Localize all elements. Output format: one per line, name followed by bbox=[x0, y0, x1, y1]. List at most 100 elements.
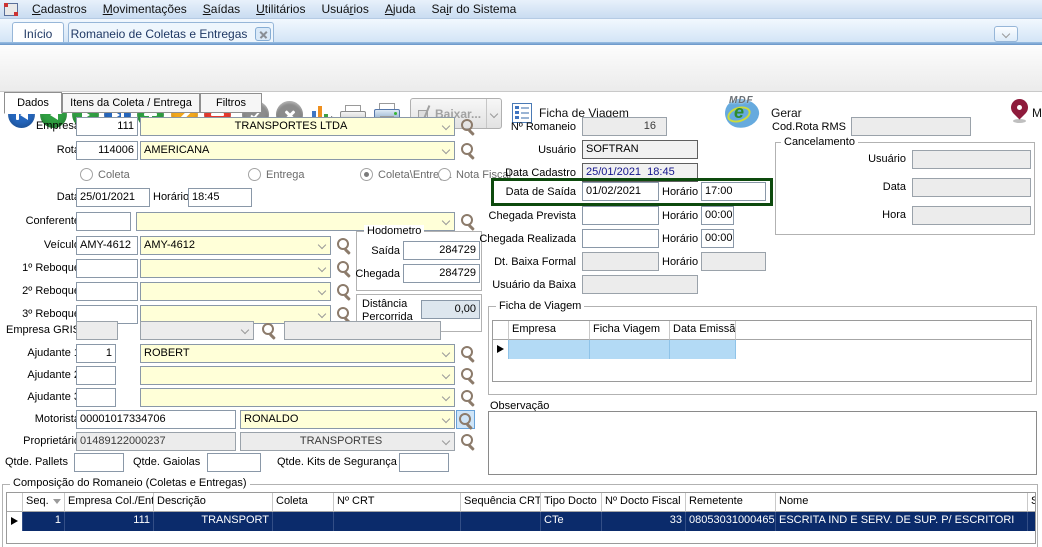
reboque1-label: 1º Reboque bbox=[2, 262, 80, 274]
chegada-realizada-horario-field[interactable]: 00:00 bbox=[701, 229, 734, 248]
col-seq[interactable]: Seq. bbox=[23, 493, 65, 512]
reboque2-label: 2º Reboque bbox=[2, 285, 80, 297]
observacao-textarea[interactable] bbox=[488, 411, 1037, 475]
grid-icon bbox=[512, 103, 532, 123]
chevron-down-icon[interactable] bbox=[318, 241, 326, 249]
rota-name-combo[interactable]: AMERICANA bbox=[140, 141, 455, 160]
reboque3-search-icon[interactable] bbox=[337, 307, 352, 322]
menu-item-saidas[interactable]: Saídas bbox=[195, 1, 248, 17]
col-data-emissao[interactable]: Data Emissão bbox=[670, 321, 736, 340]
chevron-down-icon[interactable] bbox=[442, 371, 450, 379]
qtde-kits-field[interactable] bbox=[399, 453, 449, 472]
chegada-realizada-field[interactable] bbox=[582, 229, 659, 248]
col-remetente[interactable]: Remetente bbox=[686, 493, 776, 512]
chevron-down-icon[interactable] bbox=[442, 146, 450, 154]
motorista-combo[interactable]: RONALDO bbox=[240, 410, 455, 429]
col-coleta[interactable]: Coleta bbox=[273, 493, 334, 512]
cell-descricao: TRANSPORT bbox=[154, 512, 273, 531]
ajudante2-search-icon[interactable] bbox=[461, 368, 476, 383]
map-pin-icon[interactable] bbox=[1007, 95, 1031, 119]
col-ficha-viagem[interactable]: Ficha Viagem bbox=[590, 321, 670, 340]
composicao-selected-row[interactable]: 1 111 TRANSPORT CTe 33 08053031000465 ES… bbox=[7, 512, 1035, 531]
composicao-title: Composição do Romaneio (Coletas e Entreg… bbox=[10, 477, 250, 489]
horario-label: Horário bbox=[153, 191, 189, 203]
reboque2-combo[interactable] bbox=[140, 282, 331, 301]
tab-filtros[interactable]: Filtros bbox=[200, 93, 262, 113]
col-empresa[interactable]: Empresa bbox=[509, 321, 590, 340]
motorista-search-button[interactable] bbox=[456, 410, 475, 429]
chevron-down-icon[interactable] bbox=[442, 349, 450, 357]
chevron-down-icon[interactable] bbox=[442, 415, 450, 423]
chevron-down-icon[interactable] bbox=[442, 122, 450, 130]
tab-dados[interactable]: Dados bbox=[4, 92, 62, 114]
col-tipo-docto[interactable]: Tipo Docto bbox=[541, 493, 602, 512]
col-n-docto-fiscal[interactable]: Nº Docto Fiscal bbox=[602, 493, 686, 512]
cell-remetente: 08053031000465 bbox=[686, 512, 776, 531]
chegada-prevista-horario-field[interactable]: 00:00 bbox=[701, 206, 734, 225]
menu-item-ajuda[interactable]: Ajuda bbox=[377, 1, 424, 17]
col-nome[interactable]: Nome bbox=[776, 493, 1028, 512]
veiculo-name-combo[interactable]: AMY-4612 bbox=[140, 236, 331, 255]
empresa-gris-search-icon[interactable] bbox=[262, 323, 277, 338]
col-n-crt[interactable]: Nº CRT bbox=[334, 493, 461, 512]
radio-coleta-entrega[interactable] bbox=[360, 168, 373, 181]
reboque1-code-field[interactable] bbox=[76, 259, 138, 278]
tab-itens-coleta-entrega[interactable]: Itens da Coleta / Entrega bbox=[62, 93, 200, 113]
menu-item-sair[interactable]: Sair do Sistema bbox=[424, 1, 525, 17]
rota-code-field[interactable]: 114006 bbox=[76, 141, 138, 160]
tab-inicio[interactable]: Início bbox=[12, 22, 64, 44]
empresa-code-field[interactable]: 111 bbox=[76, 117, 138, 136]
radio-coleta[interactable] bbox=[80, 168, 93, 181]
dt-baixa-horario-label: Horário bbox=[662, 256, 698, 268]
menu-item-movimentacoes[interactable]: Movimentações bbox=[95, 1, 195, 17]
chevron-down-icon[interactable] bbox=[318, 287, 326, 295]
chevron-down-icon[interactable] bbox=[318, 264, 326, 272]
conferente-code-field[interactable] bbox=[76, 212, 131, 231]
veiculo-code-field[interactable]: AMY-4612 bbox=[76, 236, 138, 255]
qtde-pallets-field[interactable] bbox=[74, 453, 124, 472]
radio-nota-fiscal[interactable] bbox=[438, 168, 451, 181]
motorista-code-field[interactable]: 00001017334706 bbox=[76, 410, 236, 429]
ajudante1-search-icon[interactable] bbox=[461, 346, 476, 361]
reboque3-label: 3º Reboque bbox=[2, 308, 80, 320]
chevron-down-icon[interactable] bbox=[318, 310, 326, 318]
col-sequencia-crt[interactable]: Sequência CRT bbox=[461, 493, 541, 512]
usuario-da-baixa-label: Usuário da Baixa bbox=[462, 279, 576, 291]
data-saida-field[interactable]: 01/02/2021 bbox=[582, 182, 659, 201]
col-empresa-col-ent[interactable]: Empresa Col./Ent. bbox=[65, 493, 154, 512]
col-serie[interactable]: Série bbox=[1028, 493, 1036, 512]
menu-item-usuarios[interactable]: Usuários bbox=[313, 1, 376, 17]
tab-romaneio[interactable]: Romaneio de Coletas e Entregas bbox=[68, 22, 274, 44]
reboque2-search-icon[interactable] bbox=[337, 284, 352, 299]
search-icon bbox=[459, 413, 474, 428]
empresa-name-combo[interactable]: TRANSPORTES LTDA bbox=[140, 117, 455, 136]
data-saida-horario-field[interactable]: 17:00 bbox=[701, 182, 766, 201]
ajudante1-code-field[interactable]: 1 bbox=[76, 344, 116, 363]
reboque1-combo[interactable] bbox=[140, 259, 331, 278]
chevron-down-icon[interactable] bbox=[442, 217, 450, 225]
ajudante3-code-field[interactable] bbox=[76, 388, 116, 407]
tab-list-button[interactable] bbox=[994, 26, 1018, 42]
col-descricao[interactable]: Descrição bbox=[154, 493, 273, 512]
proprietario-search-icon[interactable] bbox=[461, 434, 476, 449]
ajudante3-search-icon[interactable] bbox=[461, 390, 476, 405]
radio-entrega-label: Entrega bbox=[266, 169, 305, 181]
ajudante2-label: Ajudante 2 bbox=[2, 369, 80, 381]
close-tab-icon[interactable] bbox=[255, 27, 271, 41]
ficha-viagem-selected-row[interactable] bbox=[493, 340, 1031, 359]
reboque1-search-icon[interactable] bbox=[337, 261, 352, 276]
ajudante3-combo[interactable] bbox=[140, 388, 455, 407]
menu-item-utilitarios[interactable]: Utilitários bbox=[248, 1, 313, 17]
ajudante2-code-field[interactable] bbox=[76, 366, 116, 385]
ajudante1-combo[interactable]: ROBERT bbox=[140, 344, 455, 363]
radio-entrega[interactable] bbox=[248, 168, 261, 181]
ajudante2-combo[interactable] bbox=[140, 366, 455, 385]
reboque2-code-field[interactable] bbox=[76, 282, 138, 301]
horario-field[interactable]: 18:45 bbox=[188, 188, 252, 207]
chevron-down-icon[interactable] bbox=[442, 393, 450, 401]
menu-item-cadastros[interactable]: Cadastros bbox=[24, 1, 95, 17]
veiculo-search-icon[interactable] bbox=[337, 238, 352, 253]
chegada-prevista-field[interactable] bbox=[582, 206, 659, 225]
qtde-gaiolas-field[interactable] bbox=[207, 453, 261, 472]
data-field[interactable]: 25/01/2021 bbox=[76, 188, 150, 207]
